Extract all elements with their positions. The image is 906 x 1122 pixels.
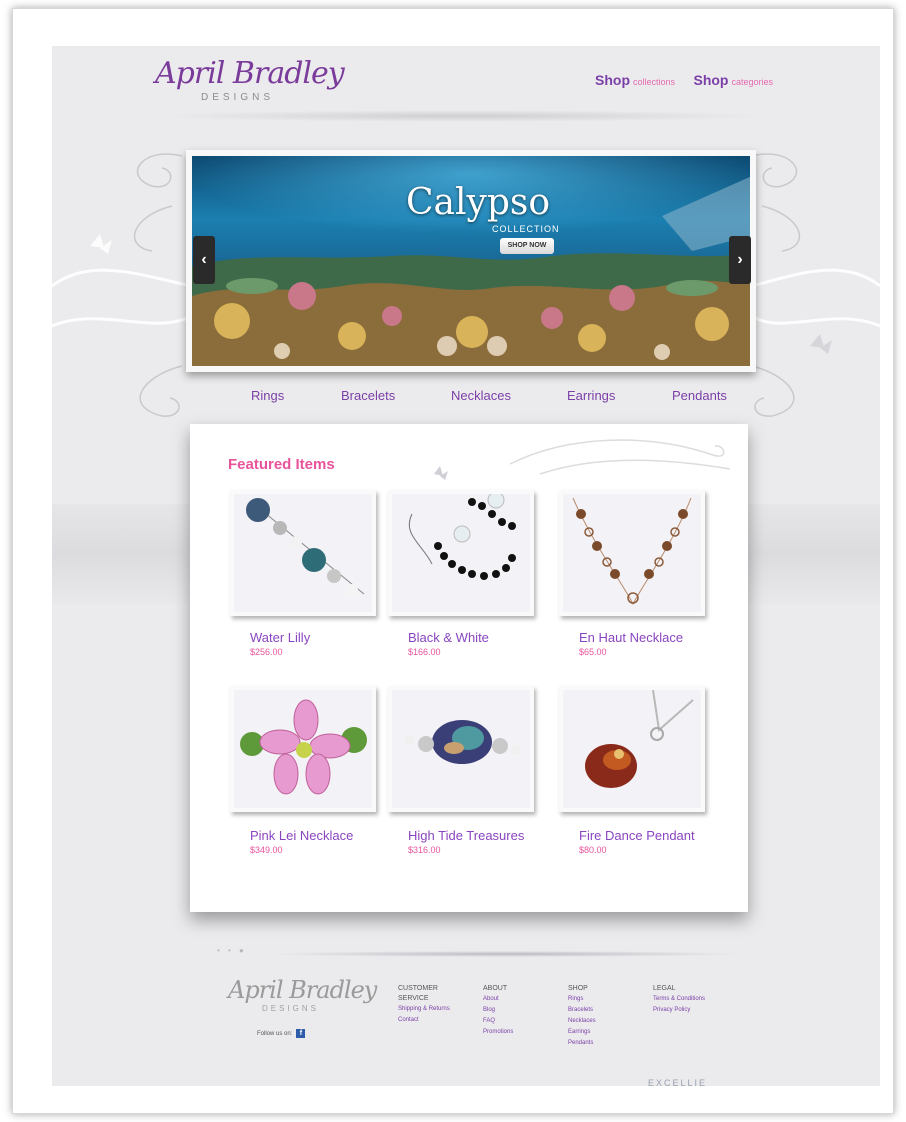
product-image[interactable]: [230, 686, 376, 812]
footer-link[interactable]: Bracelets: [568, 1005, 644, 1016]
product-name[interactable]: Pink Lei Necklace: [250, 828, 353, 843]
footer-column-heading: LEGAL: [653, 985, 676, 992]
shop-collections-link[interactable]: Shop collections: [595, 72, 675, 90]
hero-image: Calypso COLLECTION SHOP NOW: [192, 156, 750, 366]
category-nav: Rings Bracelets Necklaces Earrings Penda…: [228, 388, 748, 408]
product-image[interactable]: [230, 490, 376, 616]
product-name[interactable]: Water Lilly: [250, 630, 310, 645]
logo-script-text: April Bradley: [155, 56, 345, 91]
header-shop-nav: Shop collections Shop categories: [595, 72, 787, 90]
product-name[interactable]: Black & White: [408, 630, 489, 645]
shop-link-sub: collections: [633, 77, 676, 87]
footer-logo-sub: DESIGNS: [262, 1004, 320, 1013]
chevron-left-icon[interactable]: ‹: [193, 236, 215, 284]
product-image[interactable]: [388, 490, 534, 616]
footer-link[interactable]: Blog: [483, 1005, 559, 1016]
facebook-icon[interactable]: f: [296, 1029, 306, 1038]
shop-link-sub: categories: [731, 77, 774, 87]
necklace-image: [572, 497, 692, 606]
product-image[interactable]: [559, 490, 705, 616]
product-name[interactable]: High Tide Treasures: [408, 828, 524, 843]
footer-link[interactable]: Privacy Policy: [653, 1005, 729, 1016]
footer-link[interactable]: Promotions: [483, 1027, 559, 1038]
logo-sub-text: DESIGNS: [201, 92, 275, 103]
footer-column-legal: LEGAL Terms & Conditions Privacy Policy: [653, 984, 729, 1016]
category-necklaces[interactable]: Necklaces: [451, 388, 511, 403]
header-divider: [157, 110, 767, 122]
fire-dance-pendant-image: [585, 690, 694, 788]
footer-column-shop: SHOP Rings Bracelets Necklaces Earrings …: [568, 984, 644, 1049]
follow-us: Follow us on: f: [257, 1029, 306, 1038]
partial-footer-text: EXCELLIE: [648, 1078, 708, 1086]
category-bracelets[interactable]: Bracelets: [341, 388, 395, 403]
featured-items-title: Featured Items: [228, 456, 335, 473]
footer-link[interactable]: FAQ: [483, 1016, 559, 1027]
category-rings[interactable]: Rings: [251, 388, 284, 403]
product-card[interactable]: Fire Dance Pendant $80.00: [559, 686, 709, 855]
category-pendants[interactable]: Pendants: [672, 388, 727, 403]
product-price: $166.00: [408, 647, 441, 657]
footer-link[interactable]: Rings: [568, 994, 644, 1005]
hero-subtitle: COLLECTION: [492, 224, 560, 234]
footer-column-customer-service: CUSTOMER SERVICE Shipping & Returns Cont…: [398, 984, 474, 1026]
footer-logo[interactable]: April Bradley DESIGNS: [228, 976, 377, 1016]
footer-link[interactable]: Shipping & Returns: [398, 1004, 474, 1015]
product-name[interactable]: Fire Dance Pendant: [579, 828, 695, 843]
bead-bracelet-image: [246, 498, 365, 596]
page: April Bradley DESIGNS Shop collections Sh…: [52, 46, 880, 1086]
pink-flower-necklace-image: [240, 699, 367, 795]
footer-column-heading: SHOP: [568, 985, 588, 992]
high-tide-bead-image: [405, 720, 521, 764]
hero-title: Calypso: [406, 182, 551, 223]
product-image[interactable]: [559, 686, 705, 812]
follow-us-label: Follow us on:: [257, 1031, 293, 1038]
product-image[interactable]: [388, 686, 534, 812]
footer-column-heading: ABOUT: [483, 985, 508, 992]
black-white-earrings-image: [408, 494, 516, 580]
shop-link-main: Shop: [693, 72, 729, 88]
product-price: $256.00: [250, 647, 283, 657]
product-price: $316.00: [408, 845, 441, 855]
footer-link[interactable]: Contact: [398, 1015, 474, 1026]
footer-link[interactable]: About: [483, 994, 559, 1005]
product-card[interactable]: Water Lilly $256.00: [230, 490, 380, 657]
shop-categories-link[interactable]: Shop categories: [693, 72, 773, 90]
product-card[interactable]: Pink Lei Necklace $349.00: [230, 686, 380, 855]
shop-now-button[interactable]: SHOP NOW: [500, 238, 554, 254]
product-card[interactable]: Black & White $166.00: [388, 490, 538, 657]
product-card[interactable]: En Haut Necklace $65.00: [559, 490, 709, 657]
category-earrings[interactable]: Earrings: [567, 388, 615, 403]
footer-link[interactable]: Necklaces: [568, 1016, 644, 1027]
footer-divider: [266, 951, 746, 957]
footer-dots-decoration: • • ●: [217, 946, 247, 955]
footer-column-heading: SERVICE: [398, 995, 429, 1002]
hero-banner[interactable]: Calypso COLLECTION SHOP NOW: [186, 150, 756, 372]
product-price: $349.00: [250, 845, 283, 855]
footer-logo-script: April Bradley: [228, 976, 377, 1004]
chevron-right-icon[interactable]: ›: [729, 236, 751, 284]
footer-link[interactable]: Earrings: [568, 1027, 644, 1038]
shop-link-main: Shop: [595, 72, 630, 88]
product-card[interactable]: High Tide Treasures $316.00: [388, 686, 538, 855]
product-price: $80.00: [579, 845, 607, 855]
site-logo[interactable]: April Bradley DESIGNS: [155, 56, 345, 106]
panel-swirl-decoration: [434, 439, 731, 480]
footer-link[interactable]: Pendants: [568, 1038, 644, 1049]
footer-column-about: ABOUT About Blog FAQ Promotions: [483, 984, 559, 1038]
featured-panel: Featured Items Water Lilly $256.00 Black…: [190, 424, 748, 912]
product-price: $65.00: [579, 647, 607, 657]
footer-column-heading: CUSTOMER: [398, 985, 438, 992]
product-name[interactable]: En Haut Necklace: [579, 630, 683, 645]
footer-link[interactable]: Terms & Conditions: [653, 994, 729, 1005]
